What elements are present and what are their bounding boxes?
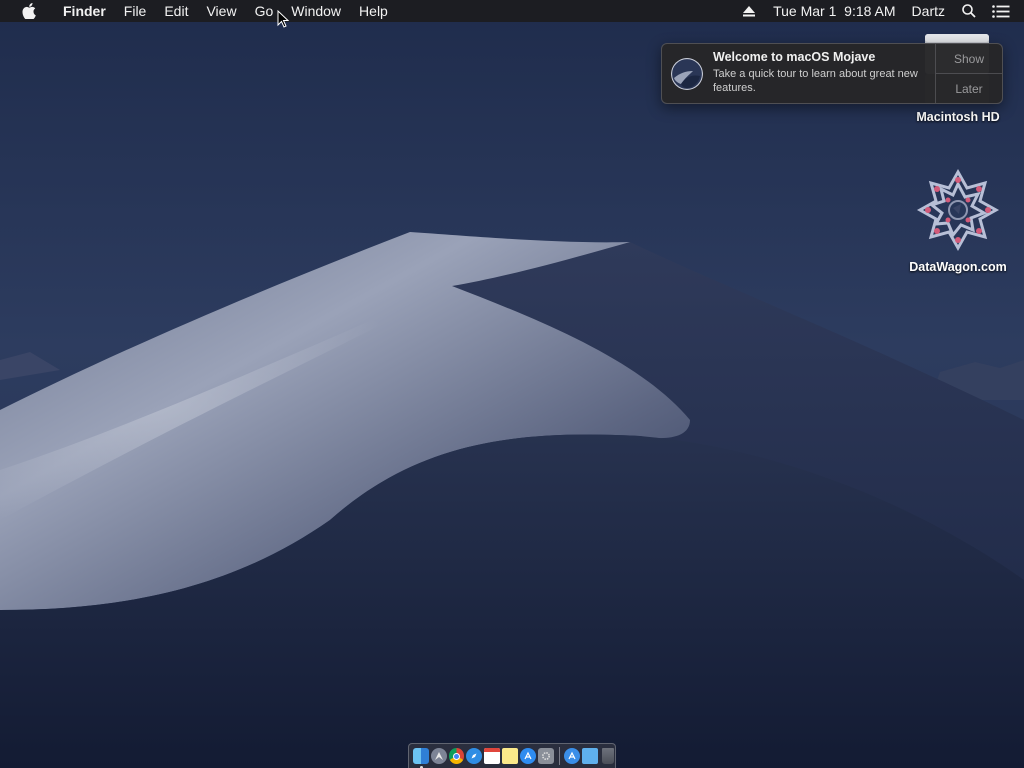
notification-actions: Show Later [935,44,1002,103]
app-menu-finder[interactable]: Finder [54,0,115,22]
notification-later-button[interactable]: Later [936,73,1002,103]
notification-show-button[interactable]: Show [936,44,1002,73]
trash-icon[interactable] [602,748,614,764]
desktop-icon-datawagon[interactable]: DataWagon.com [898,168,1018,274]
notification-text: Take a quick tour to learn about great n… [713,68,918,94]
menu-window[interactable]: Window [282,0,350,22]
folder-icon[interactable] [582,748,599,764]
menubar-clock[interactable]: Tue Mar 1 9:18 AM [765,0,903,22]
notification-body: Welcome to macOS Mojave Take a quick tou… [713,44,935,103]
notes-icon[interactable] [502,748,518,764]
notification-banner[interactable]: Welcome to macOS Mojave Take a quick tou… [661,43,1003,104]
system-preferences-icon[interactable] [537,748,554,764]
mouse-cursor-icon [277,10,289,28]
datawagon-logo-icon [916,168,1000,252]
apple-menu-icon[interactable] [19,0,39,22]
status-area: Tue Mar 1 9:18 AM Dartz [733,0,1024,22]
menu-help[interactable]: Help [350,0,397,22]
launchpad-icon[interactable] [430,748,447,764]
desktop-icon-label: DataWagon.com [909,260,1007,274]
finder-icon[interactable] [413,748,429,768]
applications-folder-icon[interactable] [564,748,581,764]
app-store-icon[interactable] [519,748,536,764]
safari-icon[interactable] [466,748,483,764]
menubar-user[interactable]: Dartz [904,0,953,22]
mojave-wallpaper [0,0,1024,768]
notification-center-icon[interactable] [990,0,1012,22]
menu-bar: Finder File Edit View Go Window Help Tue… [0,0,1024,22]
calendar-icon[interactable] [484,748,501,764]
macos-mojave-icon [671,58,703,90]
menu-edit[interactable]: Edit [155,0,197,22]
notification-title: Welcome to macOS Mojave [713,50,876,64]
chrome-icon[interactable] [448,748,465,764]
spotlight-search-icon[interactable] [958,0,980,22]
dock [408,743,616,768]
eject-icon[interactable] [738,0,760,22]
menu-file[interactable]: File [115,0,156,22]
dock-separator [558,747,560,765]
menu-view[interactable]: View [197,0,245,22]
desktop-icon-label: Macintosh HD [916,110,1000,124]
desktop [0,0,1024,768]
